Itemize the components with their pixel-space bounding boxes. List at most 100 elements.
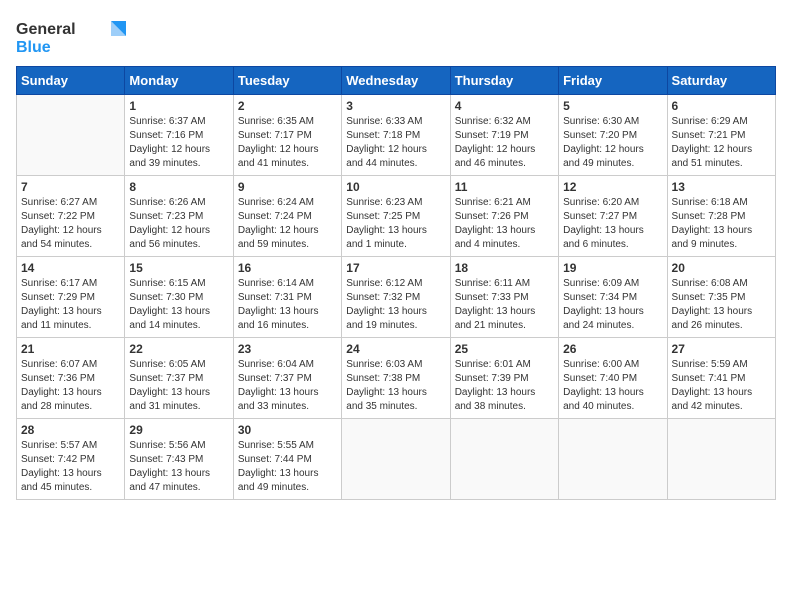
day-info: Sunrise: 5:55 AMSunset: 7:44 PMDaylight:…	[238, 439, 337, 495]
day-info: Sunrise: 6:37 AMSunset: 7:16 PMDaylight:…	[129, 115, 228, 171]
calendar-cell: 30 Sunrise: 5:55 AMSunset: 7:44 PMDayligh…	[233, 419, 341, 500]
calendar-week-row: 28 Sunrise: 5:57 AMSunset: 7:42 PMDayligh…	[17, 419, 776, 500]
calendar-cell: 28 Sunrise: 5:57 AMSunset: 7:42 PMDayligh…	[17, 419, 125, 500]
calendar-cell: 22 Sunrise: 6:05 AMSunset: 7:37 PMDayligh…	[125, 338, 233, 419]
calendar-header-row: SundayMondayTuesdayWednesdayThursdayFrid…	[17, 67, 776, 95]
day-info: Sunrise: 6:07 AMSunset: 7:36 PMDaylight:…	[21, 358, 120, 414]
day-info: Sunrise: 6:05 AMSunset: 7:37 PMDaylight:…	[129, 358, 228, 414]
day-info: Sunrise: 5:57 AMSunset: 7:42 PMDaylight:…	[21, 439, 120, 495]
day-number: 6	[672, 99, 771, 113]
calendar-cell: 27 Sunrise: 5:59 AMSunset: 7:41 PMDayligh…	[667, 338, 775, 419]
day-info: Sunrise: 6:11 AMSunset: 7:33 PMDaylight:…	[455, 277, 554, 333]
day-number: 15	[129, 261, 228, 275]
calendar-week-row: 14Sunrise: 6:17 AMSunset: 7:29 PMDayligh…	[17, 257, 776, 338]
day-number: 3	[346, 99, 445, 113]
day-info: Sunrise: 6:01 AMSunset: 7:39 PMDaylight:…	[455, 358, 554, 414]
calendar-cell: 24Sunrise: 6:03 AMSunset: 7:38 PMDayligh…	[342, 338, 450, 419]
day-number: 25	[455, 342, 554, 356]
calendar-cell: 20Sunrise: 6:08 AMSunset: 7:35 PMDayligh…	[667, 257, 775, 338]
day-info: Sunrise: 6:04 AMSunset: 7:37 PMDaylight:…	[238, 358, 337, 414]
weekday-header: Friday	[559, 67, 667, 95]
day-info: Sunrise: 5:59 AMSunset: 7:41 PMDaylight:…	[672, 358, 771, 414]
calendar-cell	[17, 95, 125, 176]
day-info: Sunrise: 6:12 AMSunset: 7:32 PMDaylight:…	[346, 277, 445, 333]
day-info: Sunrise: 6:26 AMSunset: 7:23 PMDaylight:…	[129, 196, 228, 252]
calendar-cell: 3 Sunrise: 6:33 AMSunset: 7:18 PMDaylight…	[342, 95, 450, 176]
day-info: Sunrise: 6:14 AMSunset: 7:31 PMDaylight:…	[238, 277, 337, 333]
day-number: 23	[238, 342, 337, 356]
calendar-cell: 9 Sunrise: 6:24 AMSunset: 7:24 PMDaylight…	[233, 176, 341, 257]
calendar-cell	[559, 419, 667, 500]
day-number: 19	[563, 261, 662, 275]
svg-text:General: General	[16, 21, 76, 38]
day-number: 10	[346, 180, 445, 194]
calendar-week-row: 7 Sunrise: 6:27 AMSunset: 7:22 PMDaylight…	[17, 176, 776, 257]
calendar-week-row: 1 Sunrise: 6:37 AMSunset: 7:16 PMDaylight…	[17, 95, 776, 176]
day-number: 24	[346, 342, 445, 356]
day-number: 29	[129, 423, 228, 437]
day-number: 11	[455, 180, 554, 194]
day-info: Sunrise: 6:08 AMSunset: 7:35 PMDaylight:…	[672, 277, 771, 333]
day-number: 18	[455, 261, 554, 275]
day-number: 28	[21, 423, 120, 437]
logo: General Blue	[16, 16, 126, 58]
day-number: 12	[563, 180, 662, 194]
day-info: Sunrise: 5:56 AMSunset: 7:43 PMDaylight:…	[129, 439, 228, 495]
day-info: Sunrise: 6:33 AMSunset: 7:18 PMDaylight:…	[346, 115, 445, 171]
day-number: 27	[672, 342, 771, 356]
day-number: 5	[563, 99, 662, 113]
day-number: 2	[238, 99, 337, 113]
weekday-header: Thursday	[450, 67, 558, 95]
weekday-header: Tuesday	[233, 67, 341, 95]
day-number: 21	[21, 342, 120, 356]
calendar-cell: 21 Sunrise: 6:07 AMSunset: 7:36 PMDayligh…	[17, 338, 125, 419]
day-info: Sunrise: 6:20 AMSunset: 7:27 PMDaylight:…	[563, 196, 662, 252]
day-info: Sunrise: 6:29 AMSunset: 7:21 PMDaylight:…	[672, 115, 771, 171]
day-info: Sunrise: 6:35 AMSunset: 7:17 PMDaylight:…	[238, 115, 337, 171]
day-number: 13	[672, 180, 771, 194]
page-header: General Blue	[16, 16, 776, 58]
logo-svg: General Blue	[16, 16, 126, 58]
weekday-header: Wednesday	[342, 67, 450, 95]
day-info: Sunrise: 6:30 AMSunset: 7:20 PMDaylight:…	[563, 115, 662, 171]
calendar-cell: 26 Sunrise: 6:00 AMSunset: 7:40 PMDayligh…	[559, 338, 667, 419]
day-number: 9	[238, 180, 337, 194]
day-number: 17	[346, 261, 445, 275]
calendar-cell: 12 Sunrise: 6:20 AMSunset: 7:27 PMDayligh…	[559, 176, 667, 257]
day-number: 7	[21, 180, 120, 194]
day-number: 22	[129, 342, 228, 356]
day-info: Sunrise: 6:27 AMSunset: 7:22 PMDaylight:…	[21, 196, 120, 252]
calendar-cell: 1 Sunrise: 6:37 AMSunset: 7:16 PMDaylight…	[125, 95, 233, 176]
day-number: 26	[563, 342, 662, 356]
calendar-cell: 18 Sunrise: 6:11 AMSunset: 7:33 PMDayligh…	[450, 257, 558, 338]
day-info: Sunrise: 6:32 AMSunset: 7:19 PMDaylight:…	[455, 115, 554, 171]
svg-text:Blue: Blue	[16, 39, 51, 56]
calendar-cell: 14Sunrise: 6:17 AMSunset: 7:29 PMDayligh…	[17, 257, 125, 338]
day-info: Sunrise: 6:18 AMSunset: 7:28 PMDaylight:…	[672, 196, 771, 252]
calendar-cell: 19 Sunrise: 6:09 AMSunset: 7:34 PMDayligh…	[559, 257, 667, 338]
weekday-header: Sunday	[17, 67, 125, 95]
calendar-cell: 16Sunrise: 6:14 AMSunset: 7:31 PMDayligh…	[233, 257, 341, 338]
calendar-cell: 6 Sunrise: 6:29 AMSunset: 7:21 PMDaylight…	[667, 95, 775, 176]
calendar-cell: 17 Sunrise: 6:12 AMSunset: 7:32 PMDayligh…	[342, 257, 450, 338]
calendar-cell: 5 Sunrise: 6:30 AMSunset: 7:20 PMDaylight…	[559, 95, 667, 176]
day-info: Sunrise: 6:15 AMSunset: 7:30 PMDaylight:…	[129, 277, 228, 333]
day-info: Sunrise: 6:09 AMSunset: 7:34 PMDaylight:…	[563, 277, 662, 333]
weekday-header: Monday	[125, 67, 233, 95]
day-info: Sunrise: 6:00 AMSunset: 7:40 PMDaylight:…	[563, 358, 662, 414]
calendar-cell: 11 Sunrise: 6:21 AMSunset: 7:26 PMDayligh…	[450, 176, 558, 257]
calendar-cell: 10Sunrise: 6:23 AMSunset: 7:25 PMDayligh…	[342, 176, 450, 257]
calendar-cell: 4 Sunrise: 6:32 AMSunset: 7:19 PMDaylight…	[450, 95, 558, 176]
day-info: Sunrise: 6:21 AMSunset: 7:26 PMDaylight:…	[455, 196, 554, 252]
calendar-cell: 7 Sunrise: 6:27 AMSunset: 7:22 PMDaylight…	[17, 176, 125, 257]
calendar-cell	[450, 419, 558, 500]
day-info: Sunrise: 6:24 AMSunset: 7:24 PMDaylight:…	[238, 196, 337, 252]
calendar-cell: 23 Sunrise: 6:04 AMSunset: 7:37 PMDayligh…	[233, 338, 341, 419]
day-number: 4	[455, 99, 554, 113]
day-number: 30	[238, 423, 337, 437]
day-number: 1	[129, 99, 228, 113]
calendar-cell	[342, 419, 450, 500]
calendar-week-row: 21 Sunrise: 6:07 AMSunset: 7:36 PMDayligh…	[17, 338, 776, 419]
calendar-cell: 2 Sunrise: 6:35 AMSunset: 7:17 PMDaylight…	[233, 95, 341, 176]
calendar-cell: 13 Sunrise: 6:18 AMSunset: 7:28 PMDayligh…	[667, 176, 775, 257]
